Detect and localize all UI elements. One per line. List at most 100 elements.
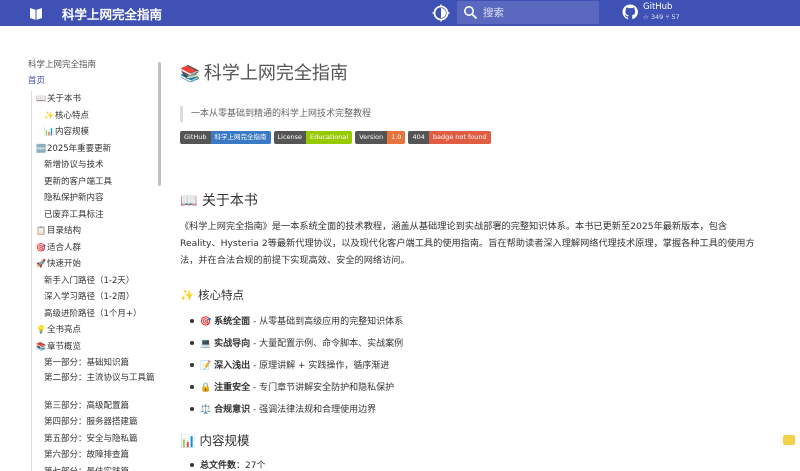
sidebar-item[interactable]: 新增协议与技术 <box>32 157 158 174</box>
sidebar-item-label: 新手入门路径（1-2天） <box>44 275 135 286</box>
feature-icon: 🎯 <box>200 317 215 327</box>
sidebar-item[interactable]: 第四部分：服务器搭建篇 <box>32 414 158 431</box>
badge-label: Version <box>355 131 388 144</box>
sidebar-item[interactable]: 📖关于本书 <box>32 91 158 108</box>
sidebar-item-label: 新增协议与技术 <box>44 160 104 170</box>
books-icon: 📚 <box>180 64 200 83</box>
sidebar-item[interactable]: ✨核心特点 <box>32 108 158 125</box>
sidebar-item-icon: ✨ <box>44 110 54 120</box>
sidebar-item-label: 深入学习路径（1-2周） <box>44 292 135 302</box>
sidebar-item-label: 第四部分：服务器搭建篇 <box>44 417 138 427</box>
subtitle-quote: 一本从零基础到精通的科学上网技术完整教程 <box>180 106 371 122</box>
bullet <box>190 362 194 367</box>
item-bold: 实战导向 <box>214 339 251 349</box>
site-title[interactable]: 科学上网完全指南 <box>62 4 162 23</box>
badge-value: 科学上网完全指南 <box>210 131 271 144</box>
sidebar-item-label: 快速开始 <box>47 259 82 269</box>
sidebar-item-label: 第三部分：高级配置篇 <box>44 400 130 411</box>
sidebar-item[interactable]: 高级进阶路径（1个月+） <box>32 306 158 323</box>
badge-value: badge not found <box>428 131 491 144</box>
badge-label: License <box>273 131 307 144</box>
item-text: - 从零基础到高级应用的完整知识体系 <box>250 317 404 327</box>
sidebar-tree: 📖关于本书 ✨核心特点 📊内容规模 🆕2025年重要更新 新增协议与技术 更新的客户端工具… <box>31 91 158 471</box>
sidebar-item[interactable]: 💡全书亮点 <box>32 322 158 339</box>
sidebar-item-icon: 📖 <box>36 94 46 103</box>
sidebar-item[interactable]: 第七部分：最佳实践篇 <box>32 464 158 471</box>
badge[interactable]: Version 1.0 <box>355 131 406 144</box>
sidebar-item-label: 隐私保护新内容 <box>44 193 104 203</box>
page-title: 📚 科学上网完全指南 <box>180 59 348 85</box>
sidebar-item-label: 适合人群 <box>47 242 82 253</box>
feature-icon: ⚖️ <box>200 405 215 415</box>
page-title-text: 科学上网完全指南 <box>203 63 348 84</box>
item-bold: 合规意识 <box>214 405 251 415</box>
badge-value: 1.0 <box>387 131 406 144</box>
badge[interactable]: 404 badge not found <box>408 131 491 144</box>
bullet <box>190 340 194 345</box>
sidebar-item-label: 第二部分：主流协议与工具篇 <box>44 372 155 383</box>
sidebar-item-label: 第一部分：基础知识篇 <box>44 358 130 368</box>
sidebar-item-label: 已废弃工具标注 <box>44 209 104 220</box>
sidebar-item-label: 章节概览 <box>47 341 82 352</box>
sidebar-item[interactable]: 第六部分：故障排查篇 <box>32 447 158 464</box>
sidebar-item-home[interactable]: 首页 <box>28 74 45 86</box>
list-item: 🎯 系统全面 - 从零基础到高级应用的完整知识体系 <box>190 314 403 336</box>
sidebar-item[interactable]: 隐私保护新内容 <box>32 190 158 207</box>
sidebar-item[interactable]: 📚章节概览 <box>32 339 158 356</box>
sidebar-item-icon: 🚀 <box>36 259 46 268</box>
badge-label: GitHub <box>180 131 211 144</box>
sidebar-item[interactable]: 第一部分：基础知识篇 <box>32 355 158 372</box>
sidebar-item[interactable]: 🆕2025年重要更新 <box>32 141 158 158</box>
sidebar-item[interactable]: 第二部分：主流协议与工具篇 <box>32 372 158 398</box>
sidebar-item[interactable]: 📋目录结构 <box>32 223 158 240</box>
badge[interactable]: GitHub 科学上网完全指南 <box>180 131 271 144</box>
sidebar-item-icon: 📚 <box>36 341 46 351</box>
about-heading: 📖 关于本书 <box>180 193 258 209</box>
main-content: 📚 科学上网完全指南 一本从零基础到精通的科学上网技术完整教程 GitHub 科学上… <box>180 0 780 471</box>
sidebar-item[interactable]: 🚀快速开始 <box>32 256 158 273</box>
about-paragraph: 《科学上网完全指南》是一本系统全面的技术教程，涵盖从基础理论到实战部署的完整知识… <box>180 221 755 266</box>
sidebar-item[interactable]: 📊内容规模 <box>32 124 158 141</box>
scale-list: 总文件数：27个 <box>190 458 265 471</box>
sidebar-scrollbar[interactable] <box>158 62 161 186</box>
sidebar-item-icon: 🎯 <box>36 242 46 252</box>
scale-heading: 📊 内容规模 <box>180 433 250 448</box>
feature-icon: 📝 <box>200 361 215 371</box>
item-text: - 原理讲解 + 实践操作，循序渐进 <box>250 361 390 371</box>
sidebar-item[interactable]: 更新的客户端工具 <box>32 174 158 191</box>
bullet <box>190 384 194 389</box>
sidebar-item-label: 高级进阶路径（1个月+） <box>44 308 142 319</box>
chat-widget-icon[interactable] <box>783 435 795 445</box>
sidebar-item-icon: 📊 <box>44 127 54 136</box>
item-text: ：27个 <box>236 461 266 471</box>
item-text: - 强调法律法规和合理使用边界 <box>250 405 377 415</box>
feature-icon: 💻 <box>200 339 215 349</box>
sidebar-item-label: 内容规模 <box>55 127 90 137</box>
book-logo-icon[interactable] <box>28 5 44 21</box>
sidebar-item-label: 第七部分：最佳实践篇 <box>44 467 129 471</box>
list-item: 🔒 注重安全 - 专门章节讲解安全防护和隐私保护 <box>190 380 403 402</box>
sidebar-item[interactable]: 新手入门路径（1-2天） <box>32 273 158 290</box>
sidebar-item-icon: 📋 <box>36 226 46 235</box>
sidebar-item-label: 2025年重要更新 <box>47 143 112 154</box>
list-item: 总文件数：27个 <box>190 458 265 471</box>
sidebar-item-label: 关于本书 <box>47 94 82 104</box>
feature-icon: 🔒 <box>200 383 215 393</box>
sidebar-item[interactable]: 🎯适合人群 <box>32 240 158 257</box>
sidebar-item[interactable]: 第三部分：高级配置篇 <box>32 398 158 415</box>
sidebar-item-label: 目录结构 <box>47 226 82 236</box>
badge[interactable]: License Educational <box>273 131 353 144</box>
sidebar-item[interactable]: 深入学习路径（1-2周） <box>32 289 158 306</box>
features-heading: ✨ 核心特点 <box>180 288 244 302</box>
sidebar-item[interactable]: 第五部分：安全与隐私篇 <box>32 431 158 448</box>
bullet <box>190 462 194 467</box>
sidebar-item-icon: 💡 <box>36 325 46 334</box>
badge-value: Educational <box>306 131 353 144</box>
features-list: 🎯 系统全面 - 从零基础到高级应用的完整知识体系 💻 实战导向 - 大量配置示例… <box>190 314 403 424</box>
sidebar-item[interactable]: 已废弃工具标注 <box>32 207 158 224</box>
sidebar-item-label: 核心特点 <box>55 110 90 121</box>
sidebar-item-label: 全书亮点 <box>47 325 82 335</box>
bullet <box>190 318 194 323</box>
list-item: 💻 实战导向 - 大量配置示例、命令脚本、实战案例 <box>190 336 403 358</box>
sidebar-item-icon: 🆕 <box>36 143 46 153</box>
